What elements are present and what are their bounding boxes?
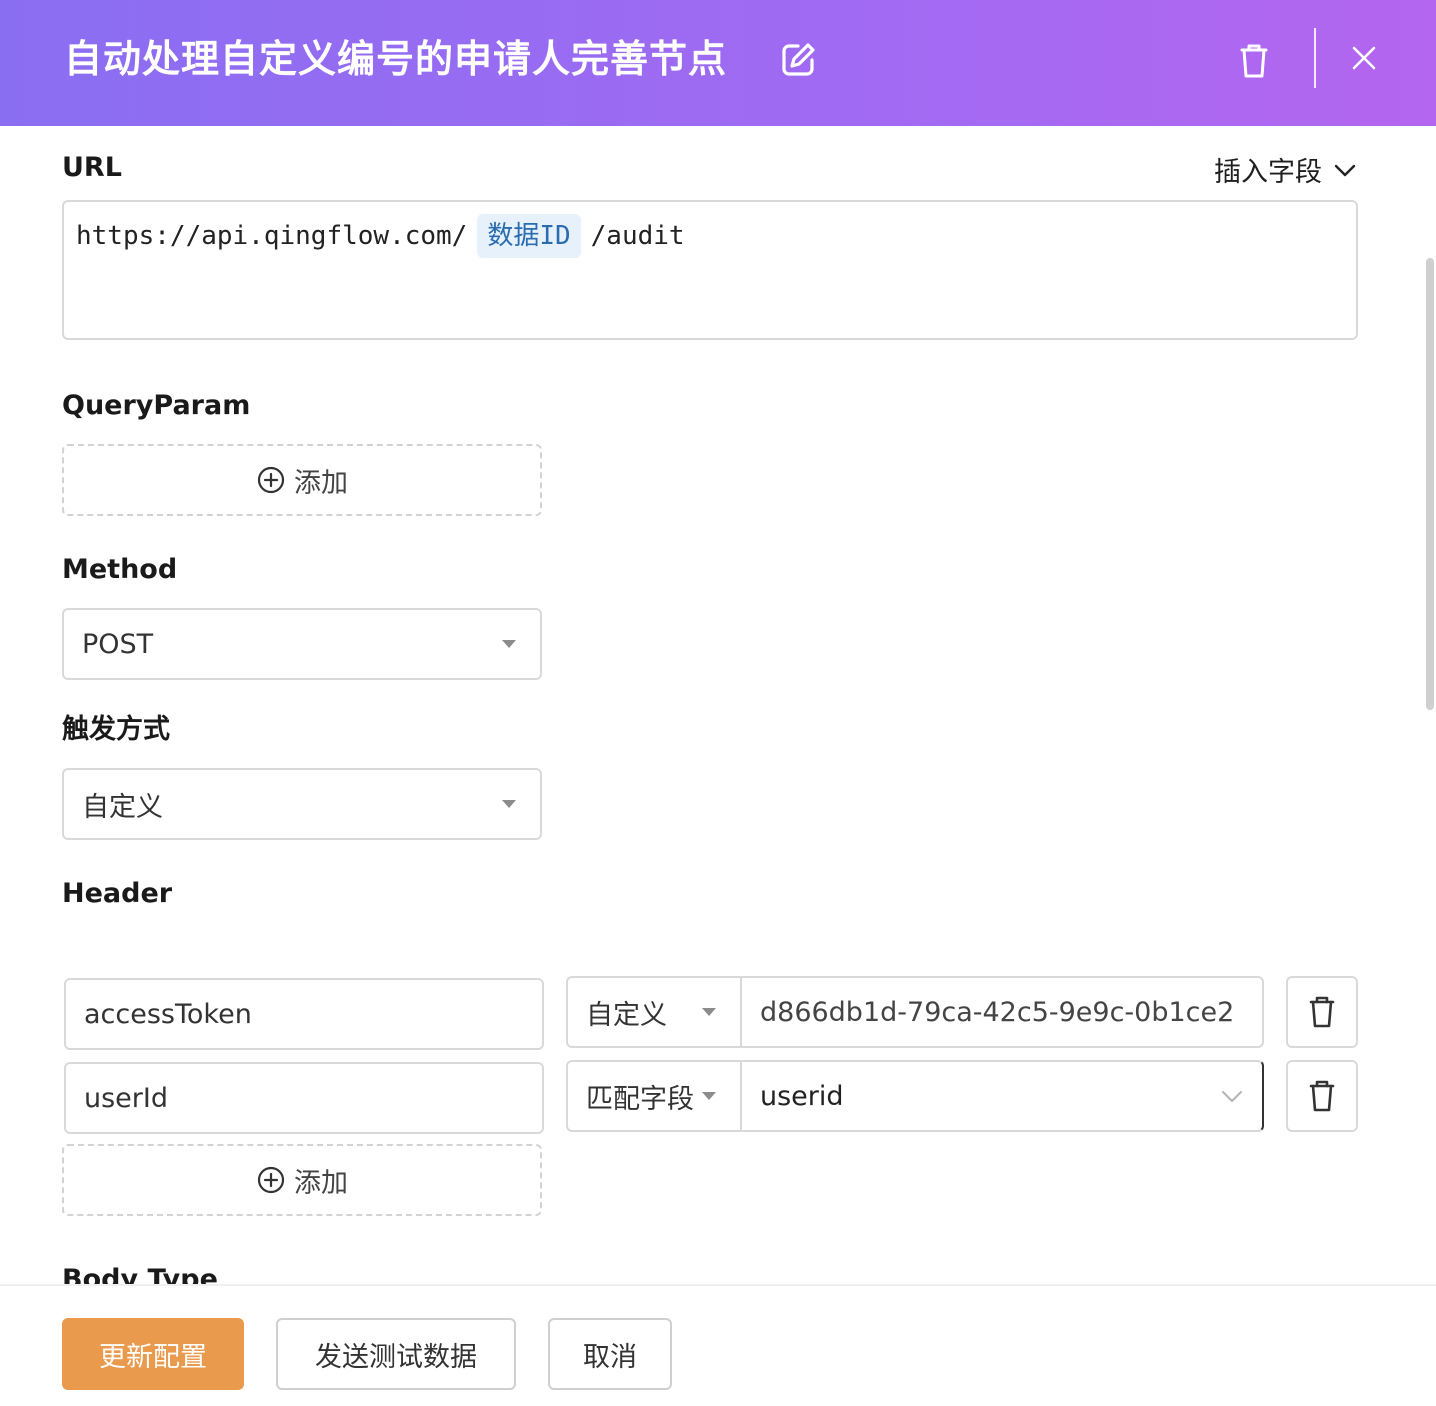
cancel-button[interactable]: 取消 [548,1318,672,1390]
header-key-value: accessToken [84,998,252,1030]
header-key-value: userId [84,1082,168,1114]
add-queryparam-button[interactable]: 添加 [62,444,542,516]
url-prefix: https://api.qingflow.com/ [76,221,468,251]
method-value: POST [82,628,154,660]
delete-header-button[interactable] [1286,1060,1358,1132]
modal-header: 自动处理自定义编号的申请人完善节点 [0,0,1436,126]
caret-down-icon [502,800,516,808]
caret-down-icon [702,1008,716,1016]
plus-circle-icon [257,466,285,494]
delete-header-button[interactable] [1286,976,1358,1048]
trigger-label: 触发方式 [62,714,170,745]
queryparam-label: QueryParam [62,390,251,421]
header-label: Header [62,878,173,909]
chevron-down-icon [1334,164,1356,176]
method-select[interactable]: POST [62,608,542,680]
caret-down-icon [502,640,516,648]
url-field-tag[interactable]: 数据ID [477,214,581,258]
add-header-button[interactable]: 添加 [62,1144,542,1216]
url-input[interactable]: https://api.qingflow.com/ 数据ID /audit [62,200,1358,340]
url-suffix: /audit [590,221,685,251]
header-type-select[interactable]: 自定义 [568,978,742,1046]
header-value-text: d866db1d-79ca-42c5-9e9c-0b1ce2 [760,996,1235,1028]
header-divider [1314,28,1316,88]
header-key-input[interactable]: userId [64,1062,544,1134]
send-test-data-button[interactable]: 发送测试数据 [276,1318,516,1390]
header-value-combo[interactable]: 自定义 d866db1d-79ca-42c5-9e9c-0b1ce2 [566,976,1264,1048]
trigger-value: 自定义 [82,791,163,823]
header-type-value: 自定义 [586,999,667,1031]
trigger-select[interactable]: 自定义 [62,768,542,840]
url-label: URL [62,152,122,183]
header-field-value: userid [760,1080,844,1112]
close-icon[interactable] [1348,42,1380,74]
insert-field-dropdown[interactable]: 插入字段 [1214,150,1358,189]
insert-field-label: 插入字段 [1214,157,1322,188]
method-label: Method [62,554,178,585]
header-type-value: 匹配字段 [586,1083,694,1115]
edit-icon[interactable] [778,40,818,80]
plus-circle-icon [257,1166,285,1194]
trash-icon [1309,996,1335,1028]
header-field-select[interactable]: userid [742,1062,1262,1130]
header-type-select[interactable]: 匹配字段 [568,1062,742,1130]
page-title: 自动处理自定义编号的申请人完善节点 [64,37,728,81]
add-header-label: 添加 [294,1167,348,1199]
trash-icon [1309,1080,1335,1112]
chevron-down-icon [1222,1091,1242,1102]
trash-icon[interactable] [1236,40,1272,80]
update-config-button[interactable]: 更新配置 [62,1318,244,1390]
header-value-input[interactable]: d866db1d-79ca-42c5-9e9c-0b1ce2 [742,978,1262,1046]
add-queryparam-label: 添加 [294,467,348,499]
header-value-combo[interactable]: 匹配字段 userid [566,1060,1264,1132]
caret-down-icon [702,1092,716,1100]
modal-footer: 更新配置 发送测试数据 取消 [0,1284,1436,1406]
header-key-input[interactable]: accessToken [64,978,544,1050]
body-type-label: Body Type [62,1264,218,1284]
scrollbar-thumb[interactable] [1426,258,1434,710]
